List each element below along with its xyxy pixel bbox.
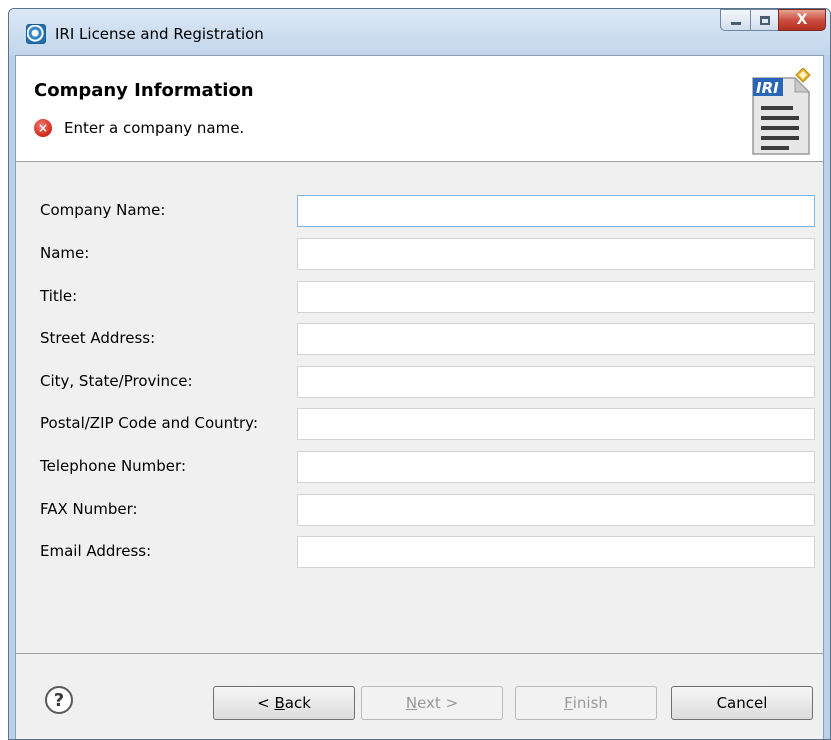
error-message: Enter a company name. <box>64 119 245 137</box>
cancel-button[interactable]: Cancel <box>671 686 813 720</box>
dialog-window: IRI License and Registration X Company I… <box>8 8 831 740</box>
fax-label: FAX Number: <box>40 500 138 518</box>
back-button-prefix: < <box>257 694 275 712</box>
page-title: Company Information <box>34 80 254 101</box>
company-name-input[interactable] <box>297 195 815 227</box>
email-label: Email Address: <box>40 542 152 560</box>
postal-country-input[interactable] <box>297 408 815 440</box>
field-row-company-name: Company Name: <box>16 195 823 227</box>
street-address-input[interactable] <box>297 323 815 355</box>
title-label: Title: <box>40 287 78 305</box>
postal-country-label: Postal/ZIP Code and Country: <box>40 414 259 432</box>
name-input[interactable] <box>297 238 815 270</box>
help-icon[interactable]: ? <box>45 686 73 714</box>
back-button-label: ack <box>284 694 311 712</box>
company-name-label: Company Name: <box>40 201 166 219</box>
back-button-mnemonic: B <box>274 694 285 712</box>
city-state-input[interactable] <box>297 366 815 398</box>
title-bar[interactable]: IRI License and Registration X <box>9 9 830 55</box>
street-address-label: Street Address: <box>40 329 156 347</box>
maximize-button[interactable] <box>750 9 778 31</box>
window-title: IRI License and Registration <box>55 25 264 43</box>
logo-text: IRI <box>756 79 779 97</box>
telephone-input[interactable] <box>297 451 815 483</box>
close-icon: X <box>796 12 808 28</box>
error-icon: × <box>34 119 52 137</box>
wizard-banner: Company Information × Enter a company na… <box>16 56 823 162</box>
dialog-client-area: Company Information × Enter a company na… <box>15 55 824 739</box>
name-label: Name: <box>40 244 90 262</box>
telephone-label: Telephone Number: <box>40 457 186 475</box>
finish-button-label: inish <box>572 694 608 712</box>
title-input[interactable] <box>297 281 815 313</box>
error-message-row: × Enter a company name. <box>34 119 244 137</box>
field-row-fax: FAX Number: <box>16 494 823 526</box>
minimize-button[interactable] <box>720 9 750 31</box>
window-controls: X <box>720 9 826 31</box>
fax-input[interactable] <box>297 494 815 526</box>
field-row-street-address: Street Address: <box>16 323 823 355</box>
field-row-email: Email Address: <box>16 536 823 568</box>
back-button[interactable]: < Back <box>213 686 355 720</box>
next-button-mnemonic: N <box>405 694 418 712</box>
email-input[interactable] <box>297 536 815 568</box>
wizard-button-bar: ? < Back Next > Finish Cancel <box>16 653 823 739</box>
finish-button[interactable]: Finish <box>515 686 657 720</box>
next-button-label: ext > <box>417 694 459 712</box>
next-button[interactable]: Next > <box>361 686 503 720</box>
field-row-city-state: City, State/Province: <box>16 366 823 398</box>
field-row-name: Name: <box>16 238 823 270</box>
field-row-title: Title: <box>16 281 823 313</box>
maximize-icon <box>759 15 770 25</box>
app-icon <box>26 24 46 44</box>
document-logo-icon: IRI <box>752 68 811 155</box>
city-state-label: City, State/Province: <box>40 372 193 390</box>
field-row-postal-country: Postal/ZIP Code and Country: <box>16 408 823 440</box>
close-button[interactable]: X <box>778 9 826 31</box>
finish-button-mnemonic: F <box>564 694 573 712</box>
field-row-telephone: Telephone Number: <box>16 451 823 483</box>
minimize-icon <box>730 21 741 25</box>
